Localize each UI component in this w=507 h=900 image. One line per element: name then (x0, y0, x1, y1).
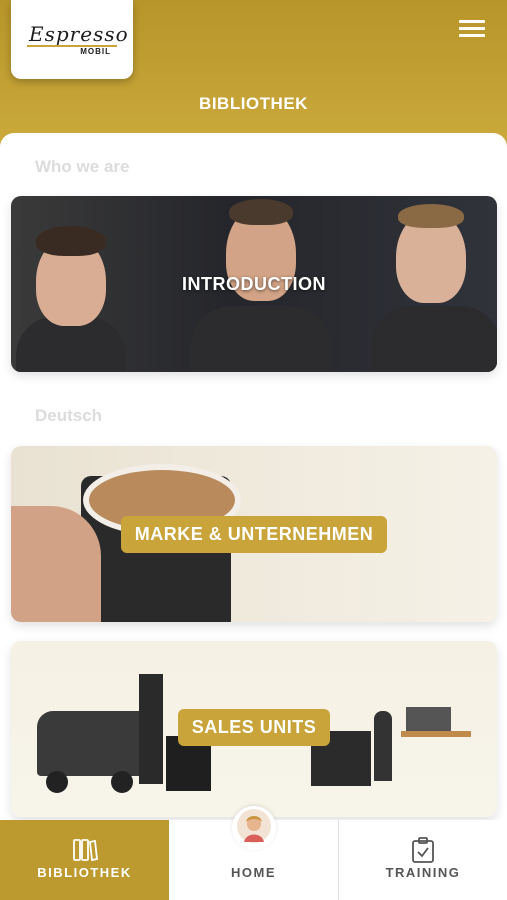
tab-label-bibliothek: BIBLIOTHEK (37, 865, 132, 880)
card-label-introduction: INTRODUCTION (182, 274, 326, 294)
card-introduction[interactable]: INTRODUCTION (11, 196, 497, 372)
page-title: BIBLIOTHEK (199, 94, 308, 113)
home-avatar[interactable] (232, 806, 276, 850)
section-label-deutsch: Deutsch (35, 406, 103, 425)
tab-training[interactable]: TRAINING (339, 820, 507, 900)
tab-bibliothek[interactable]: BIBLIOTHEK (0, 820, 169, 900)
logo-subtext: MOBIL (80, 46, 111, 56)
section-label-who-we-are: Who we are (35, 157, 130, 176)
tab-label-training: TRAINING (385, 865, 461, 880)
tab-label-home: HOME (231, 865, 276, 880)
hamburger-menu-icon[interactable] (459, 20, 485, 38)
card-label-sales-units: SALES UNITS (177, 709, 331, 746)
card-sales-units[interactable]: SALES UNITS (11, 641, 497, 817)
avatar-icon (236, 808, 272, 849)
espresso-mobil-logo[interactable]: Espresso MOBIL (11, 0, 133, 79)
card-label-marke-unternehmen: MARKE & UNTERNEHMEN (120, 516, 388, 553)
card-marke-unternehmen[interactable]: MARKE & UNTERNEHMEN (11, 446, 497, 622)
library-content[interactable]: Who we are INTRODUCTION Deutsch MARKE & … (0, 133, 507, 900)
logo-text: Espresso (29, 21, 129, 46)
